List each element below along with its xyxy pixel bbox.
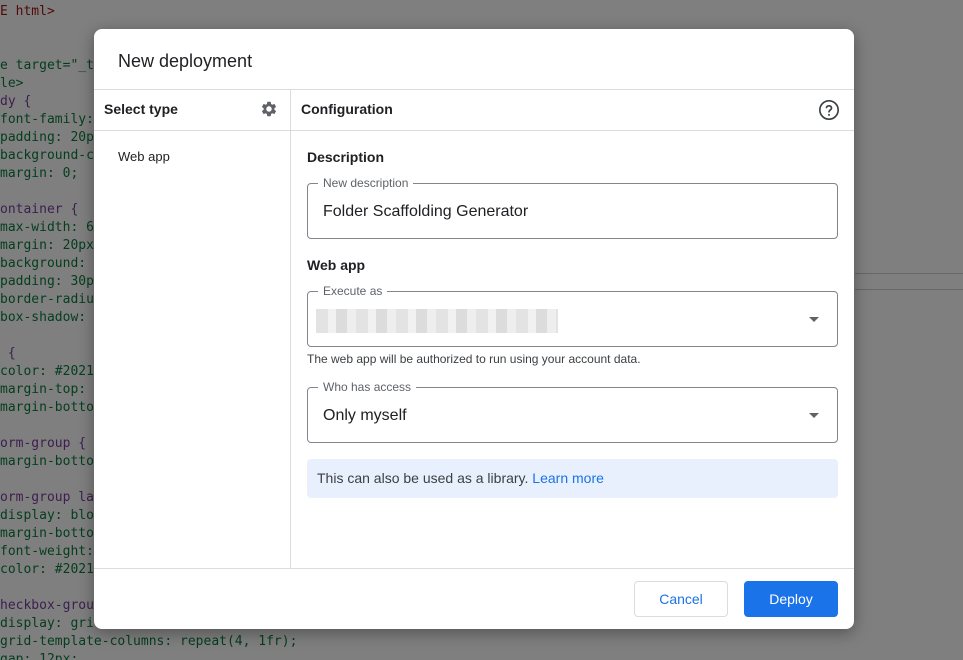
info-banner-message: This can also be used as a library.: [317, 470, 529, 486]
info-banner-text: This can also be used as a library. Lear…: [317, 470, 604, 486]
footer-divider: [94, 568, 854, 569]
chevron-down-icon: [809, 317, 819, 322]
panel-divider: [290, 89, 291, 569]
description-field-value: Folder Scaffolding Generator: [323, 203, 529, 220]
select-type-heading: Select type: [104, 101, 178, 117]
web-app-section-label: Web app: [307, 257, 366, 273]
who-has-access-select[interactable]: Who has access Only myself: [307, 379, 838, 443]
chevron-down-icon: [809, 413, 819, 418]
library-info-banner: This can also be used as a library. Lear…: [307, 459, 838, 498]
execute-as-label: Execute as: [318, 283, 388, 299]
description-field-label: New description: [318, 175, 414, 191]
description-field[interactable]: New description Folder Scaffolding Gener…: [307, 175, 838, 239]
type-item-web-app[interactable]: Web app: [118, 149, 170, 164]
execute-as-helper-text: The web app will be authorized to run us…: [307, 352, 641, 366]
learn-more-link[interactable]: Learn more: [532, 470, 604, 486]
header-divider: [94, 89, 854, 90]
dialog-title: New deployment: [118, 51, 253, 71]
who-has-access-value: Only myself: [323, 407, 407, 424]
configuration-heading: Configuration: [301, 101, 393, 117]
description-section-label: Description: [307, 149, 385, 165]
cancel-button[interactable]: Cancel: [634, 581, 728, 617]
gear-icon[interactable]: [260, 100, 278, 118]
deploy-button[interactable]: Deploy: [744, 581, 838, 617]
who-has-access-label: Who has access: [318, 379, 417, 395]
help-circle-icon[interactable]: [818, 99, 840, 121]
new-deployment-dialog: New deployment Select type Web app Confi…: [94, 29, 854, 629]
subheader-divider: [94, 130, 854, 131]
execute-as-select[interactable]: Execute as: [307, 283, 838, 347]
redacted-account-value: [316, 309, 558, 333]
